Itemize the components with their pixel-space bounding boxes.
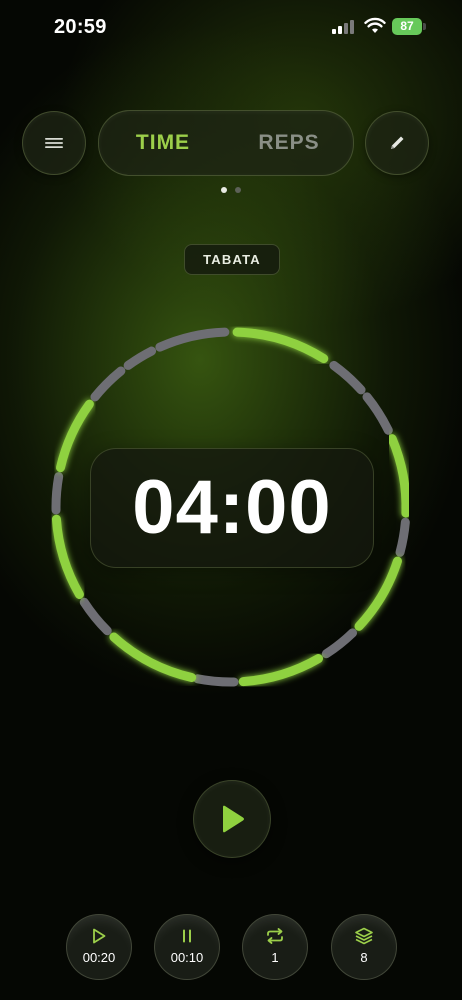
- play-button[interactable]: [193, 780, 271, 858]
- rest-interval-value: 00:10: [170, 950, 204, 965]
- tab-reps[interactable]: REPS: [235, 111, 343, 175]
- repeat-icon: [267, 928, 283, 944]
- rounds-stat[interactable]: 1: [242, 914, 308, 980]
- wifi-icon: [364, 17, 386, 33]
- ring-segment-active: [238, 654, 323, 687]
- pencil-icon: [391, 136, 404, 149]
- play-icon: [223, 805, 244, 833]
- tab-time[interactable]: TIME: [109, 111, 217, 175]
- ring-segment-inactive: [321, 628, 358, 659]
- cellular-signal-icon: [332, 20, 356, 34]
- status-bar: 20:59 87: [0, 0, 462, 56]
- edit-button[interactable]: [365, 111, 429, 175]
- rounds-value: 1: [271, 950, 279, 965]
- page-dot-active[interactable]: [221, 187, 227, 193]
- menu-button[interactable]: [22, 111, 86, 175]
- ring-segment-active: [55, 399, 94, 473]
- sets-stat[interactable]: 8: [331, 914, 397, 980]
- ring-segment-inactive: [123, 346, 157, 370]
- ring-segment-active: [232, 327, 329, 364]
- ring-segment-active: [387, 434, 411, 518]
- ring-segment-active: [109, 632, 197, 683]
- ring-segment-active: [51, 514, 84, 599]
- pause-icon: [183, 929, 191, 943]
- page-dot[interactable]: [235, 187, 241, 193]
- ring-segment-inactive: [79, 597, 112, 636]
- timer-value: 04:00: [132, 465, 332, 550]
- battery-cap: [423, 23, 426, 30]
- work-interval-value: 00:20: [82, 950, 116, 965]
- ring-segment-inactive: [90, 366, 126, 402]
- status-time: 20:59: [54, 16, 107, 38]
- ring-segment-inactive: [362, 392, 393, 435]
- play-icon: [93, 928, 106, 944]
- rest-interval-stat[interactable]: 00:10: [154, 914, 220, 980]
- menu-icon: [45, 138, 63, 148]
- layers-icon: [355, 927, 373, 945]
- workout-type-badge[interactable]: TABATA: [184, 244, 280, 275]
- ring-segment-inactive: [329, 360, 366, 395]
- sets-value: 8: [360, 950, 368, 965]
- ring-segment-inactive: [51, 472, 64, 515]
- battery-level: 87: [392, 18, 422, 35]
- ring-segment-active: [354, 556, 402, 631]
- ring-segment-inactive: [155, 327, 230, 352]
- ring-segment-inactive: [193, 674, 239, 687]
- timer-display: 04:00: [90, 448, 374, 568]
- mode-toggle: TIME REPS: [98, 110, 354, 176]
- ring-segment-inactive: [395, 517, 410, 557]
- work-interval-stat[interactable]: 00:20: [66, 914, 132, 980]
